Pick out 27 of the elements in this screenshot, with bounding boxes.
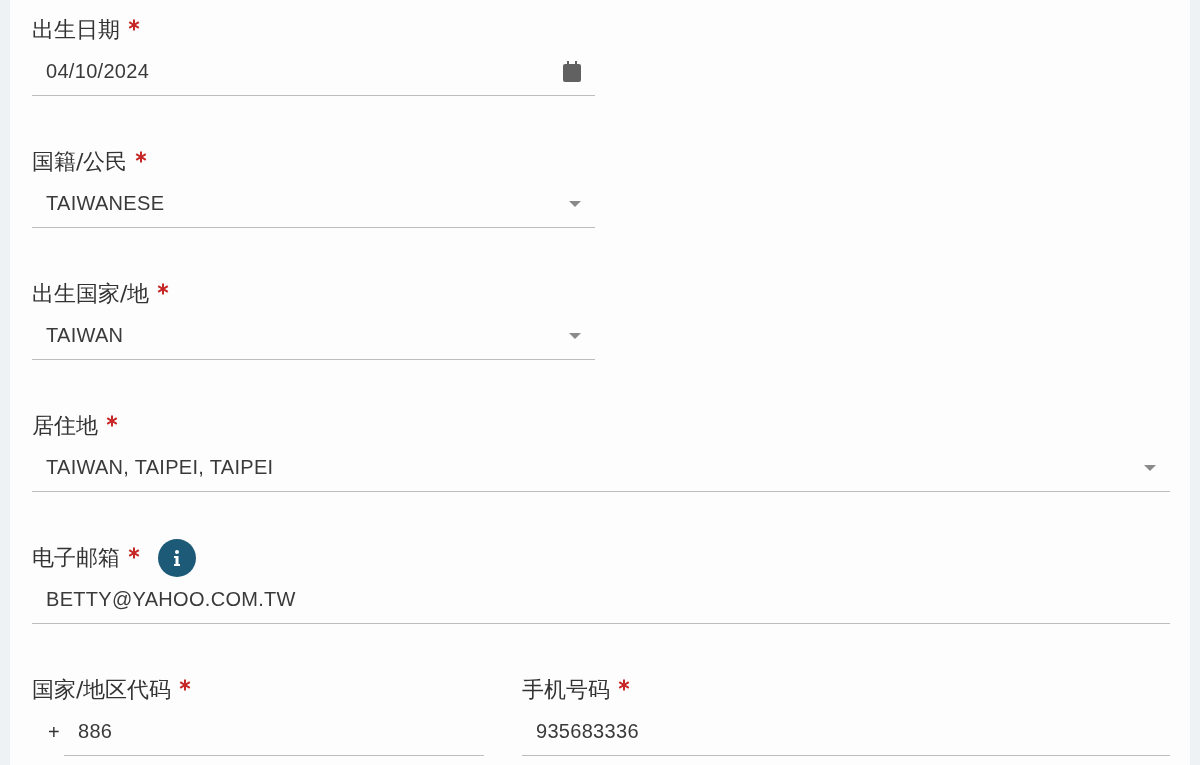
field-label: 电子邮箱 [32, 544, 120, 572]
caret-icon[interactable] [569, 200, 581, 207]
dropdown-field[interactable]: TAIWANESE [32, 180, 595, 228]
date-field[interactable]: 04/10/2024 [32, 48, 595, 96]
field-label: 居住地 [32, 412, 98, 440]
field-value: TAIWAN [46, 324, 125, 347]
field-label: 国籍/公民 [32, 148, 128, 176]
caret-icon[interactable] [1144, 464, 1156, 471]
field-value: BETTY@YAHOO.COM.TW [46, 588, 297, 611]
text-field[interactable]: 935683336 [522, 708, 1170, 756]
field-value: TAIWANESE [46, 192, 166, 215]
field-label: 国家/地区代码 [32, 676, 172, 704]
text-field[interactable]: BETTY@YAHOO.COM.TW [32, 576, 1170, 624]
dropdown-field[interactable]: TAIWAN [32, 312, 595, 360]
prefix-text: + [47, 720, 61, 744]
field-label: 手机号码 [522, 676, 610, 704]
caret-icon[interactable] [569, 332, 581, 339]
field-value: TAIWAN, TAIPEI, TAIPEI [46, 456, 275, 479]
field-label: 出生国家/地 [32, 280, 150, 308]
field-value: 886 [78, 720, 114, 743]
calendar-icon[interactable] [563, 61, 581, 82]
field-label: 出生日期 [32, 16, 120, 44]
text-field[interactable]: 886 [64, 708, 484, 756]
dropdown-field[interactable]: TAIWAN, TAIPEI, TAIPEI [32, 444, 1170, 492]
field-value: 04/10/2024 [46, 60, 151, 83]
field-value: 935683336 [536, 720, 640, 743]
info-icon[interactable] [158, 539, 196, 577]
